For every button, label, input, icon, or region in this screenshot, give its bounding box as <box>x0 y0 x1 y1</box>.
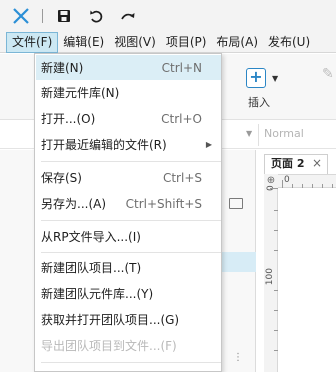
menu-item-new-team-library[interactable]: 新建团队元件库...(Y) <box>36 281 221 306</box>
menu-separator <box>41 252 221 253</box>
undo-icon <box>90 10 103 23</box>
redo-icon <box>121 13 135 20</box>
menu-item-label: 打开最近编辑的文件(R) <box>41 138 167 152</box>
menu-item-shortcut: Ctrl+S <box>162 170 202 185</box>
chevron-down-icon[interactable]: ▼ <box>272 74 278 83</box>
insert-label: 插入 <box>248 96 270 109</box>
menu-item-open-recent[interactable]: 打开最近编辑的文件(R) ▶ <box>36 132 221 157</box>
menu-item-label: 新建团队元件库...(Y) <box>41 287 154 301</box>
ruler-tick <box>274 230 278 231</box>
ruler-tick <box>274 250 278 251</box>
ruler-tick <box>302 184 303 188</box>
menu-item-open[interactable]: 打开...(O) Ctrl+O <box>36 106 221 131</box>
style-select[interactable]: Normal <box>264 127 304 140</box>
ruler-tick <box>332 184 333 188</box>
menu-item-shortcut: Ctrl+O <box>161 111 202 126</box>
menu-separator <box>41 362 221 363</box>
menu-item-label: 导出团队项目到文件...(F) <box>41 339 177 353</box>
menu-item-label: 获取并打开团队项目...(G) <box>41 313 180 327</box>
menu-item-import-rp[interactable]: 从RP文件导入...(I) <box>36 224 221 249</box>
ruler-tick <box>282 180 283 188</box>
close-icon[interactable]: × <box>312 156 322 170</box>
menu-arrange[interactable]: 布局(A) <box>211 32 263 53</box>
save-icon <box>58 10 70 22</box>
axure-logo-icon <box>13 8 29 24</box>
redo-button[interactable] <box>117 5 139 27</box>
ruler-label: 100 <box>265 268 275 286</box>
menu-publish[interactable]: 发布(U) <box>263 32 315 53</box>
menu-item-label: 新建团队项目...(T) <box>41 261 142 275</box>
selected-page-row[interactable] <box>222 252 256 272</box>
menu-item-get-team-project[interactable]: 获取并打开团队项目...(G) <box>36 307 221 332</box>
submenu-arrow-icon: ▶ <box>205 140 212 149</box>
menu-bar: 文件(F) 编辑(E) 视图(V) 项目(P) 布局(A) 发布(U) <box>0 31 336 53</box>
ruler-tick <box>274 310 278 311</box>
menu-item-save-as[interactable]: 另存为...(A) Ctrl+Shift+S <box>36 191 221 216</box>
menu-edit[interactable]: 编辑(E) <box>58 32 109 53</box>
ruler-tick <box>274 350 278 351</box>
chevron-down-icon[interactable]: ▼ <box>246 129 252 138</box>
file-menu-dropdown: 新建(N) Ctrl+N 新建元件库(N) 打开...(O) Ctrl+O 打开… <box>34 53 222 372</box>
menu-item-new[interactable]: 新建(N) Ctrl+N <box>36 55 221 80</box>
menu-item-label: 保存(S) <box>41 171 82 185</box>
ruler-tick <box>312 184 313 188</box>
menu-item-label: 从RP文件导入...(I) <box>41 230 141 244</box>
ruler-tick <box>274 290 278 291</box>
menu-item-new-library[interactable]: 新建元件库(N) <box>36 80 221 105</box>
toolbar-separator <box>42 9 43 23</box>
menu-item-shortcut: Ctrl+Shift+S <box>125 196 202 211</box>
save-button[interactable] <box>53 5 75 27</box>
menu-item-export-team-project: 导出团队项目到文件...(F) <box>36 333 221 358</box>
ruler-label: 0 <box>284 175 290 185</box>
menu-item-label: 新建(N) <box>41 61 84 75</box>
divider <box>258 124 259 146</box>
menu-item-label: 打开...(O) <box>41 112 96 126</box>
title-bar <box>0 0 336 32</box>
menu-item-save[interactable]: 保存(S) Ctrl+S <box>36 165 221 190</box>
menu-item-new-team-project[interactable]: 新建团队项目...(T) <box>36 255 221 280</box>
insert-button[interactable]: + <box>246 68 266 88</box>
menu-separator <box>41 161 221 162</box>
ruler-tick <box>274 330 278 331</box>
menu-view[interactable]: 视图(V) <box>109 32 161 53</box>
menu-project[interactable]: 项目(P) <box>161 32 212 53</box>
menu-item-label: 另存为...(A) <box>41 197 107 211</box>
ruler-tick <box>270 188 278 189</box>
folder-icon[interactable] <box>229 198 243 209</box>
more-icon[interactable]: ⋮ <box>233 352 243 363</box>
ruler-tick <box>292 184 293 188</box>
menu-item-label: 新建元件库(N) <box>41 86 120 100</box>
pen-icon[interactable]: ✎ <box>322 66 334 82</box>
menu-item-shortcut: Ctrl+N <box>161 60 202 75</box>
menu-separator <box>41 220 221 221</box>
undo-button[interactable] <box>85 5 107 27</box>
ruler-tick <box>322 184 323 188</box>
ruler-tick <box>274 210 278 211</box>
menu-file[interactable]: 文件(F) <box>6 31 59 53</box>
